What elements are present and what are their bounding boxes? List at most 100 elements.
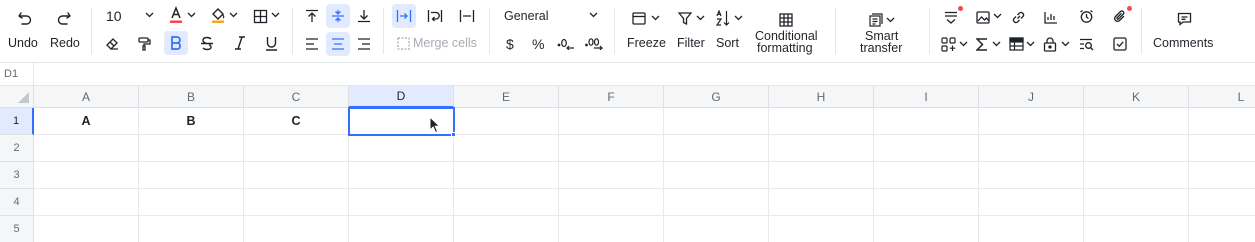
cell-j3[interactable] (979, 162, 1084, 189)
cell-d3[interactable] (349, 162, 454, 189)
chevron-down-icon[interactable] (651, 15, 660, 21)
cell-d5[interactable] (349, 216, 454, 242)
cell-j4[interactable] (979, 189, 1084, 216)
conditional-formatting-label-2[interactable]: formatting (757, 41, 813, 55)
cell-i5[interactable] (874, 216, 979, 242)
cell-c4[interactable] (244, 189, 349, 216)
cell-k3[interactable] (1084, 162, 1189, 189)
comments-icon[interactable] (1176, 11, 1192, 27)
chevron-down-icon[interactable] (959, 41, 968, 47)
decrease-decimal-icon[interactable] (557, 35, 575, 51)
insert-component-icon[interactable] (940, 36, 956, 52)
column-header-l[interactable]: L (1189, 86, 1255, 108)
insert-image-icon[interactable] (975, 9, 991, 25)
undo-button[interactable]: Undo (8, 36, 38, 50)
row-header-4[interactable]: 4 (0, 189, 34, 216)
cell-j1[interactable] (979, 108, 1084, 135)
currency-button[interactable]: $ (506, 36, 514, 52)
cell-g2[interactable] (664, 135, 769, 162)
align-right-icon[interactable] (356, 36, 372, 52)
column-header-i[interactable]: I (874, 86, 979, 108)
smart-transfer-label-2[interactable]: transfer (860, 41, 902, 55)
cell-b1[interactable]: B (139, 108, 244, 135)
redo-button[interactable]: Redo (50, 36, 80, 50)
find-replace-icon[interactable] (1078, 36, 1094, 52)
column-header-f[interactable]: F (559, 86, 664, 108)
cell-l2[interactable] (1189, 135, 1255, 162)
row-header-3[interactable]: 3 (0, 162, 34, 189)
column-header-g[interactable]: G (664, 86, 769, 108)
sort-button[interactable]: Sort (716, 36, 739, 50)
cell-k1[interactable] (1084, 108, 1189, 135)
cell-l1[interactable] (1189, 108, 1255, 135)
align-bottom-icon[interactable] (356, 8, 372, 24)
strikethrough-button[interactable] (199, 35, 215, 51)
align-middle-icon[interactable] (326, 4, 350, 28)
cell-g4[interactable] (664, 189, 769, 216)
chevron-down-icon[interactable] (187, 12, 196, 18)
column-header-c[interactable]: C (244, 86, 349, 108)
increase-decimal-icon[interactable] (585, 35, 603, 51)
row-header-1[interactable]: 1 (0, 108, 34, 135)
text-clip-icon[interactable] (459, 8, 475, 24)
cell-c3[interactable] (244, 162, 349, 189)
cell-d2[interactable] (349, 135, 454, 162)
cell-h4[interactable] (769, 189, 874, 216)
chevron-down-icon[interactable] (589, 12, 598, 18)
cell-a2[interactable] (34, 135, 139, 162)
clear-format-icon[interactable] (104, 35, 120, 51)
freeze-button[interactable]: Freeze (627, 36, 666, 50)
chevron-down-icon[interactable] (1061, 41, 1070, 47)
cell-b4[interactable] (139, 189, 244, 216)
italic-button[interactable] (232, 35, 248, 51)
protect-lock-icon[interactable] (1042, 36, 1058, 52)
cell-f4[interactable] (559, 189, 664, 216)
undo-icon[interactable] (16, 9, 34, 27)
cell-b3[interactable] (139, 162, 244, 189)
cell-k4[interactable] (1084, 189, 1189, 216)
filter-icon[interactable] (677, 10, 693, 26)
chevron-down-icon[interactable] (992, 41, 1001, 47)
chevron-down-icon[interactable] (886, 17, 895, 23)
cell-i2[interactable] (874, 135, 979, 162)
chevron-down-icon[interactable] (271, 12, 280, 18)
chart-icon[interactable] (1043, 9, 1059, 25)
font-size-select[interactable]: 10 (106, 8, 122, 24)
chevron-down-icon[interactable] (1026, 41, 1035, 47)
cell-f2[interactable] (559, 135, 664, 162)
comments-button[interactable]: Comments (1153, 36, 1213, 50)
cell-e2[interactable] (454, 135, 559, 162)
chevron-down-icon[interactable] (145, 12, 154, 18)
cell-l4[interactable] (1189, 189, 1255, 216)
attachment-icon[interactable] (1112, 8, 1128, 24)
bold-button[interactable] (164, 31, 188, 55)
text-color-icon[interactable] (168, 6, 184, 24)
chevron-down-icon[interactable] (993, 13, 1002, 19)
redo-icon[interactable] (55, 9, 73, 27)
cell-c1[interactable]: C (244, 108, 349, 135)
text-wrap-icon[interactable] (427, 8, 443, 24)
format-painter-icon[interactable] (136, 35, 152, 51)
column-header-j[interactable]: J (979, 86, 1084, 108)
cell-e1[interactable] (454, 108, 559, 135)
cell-f5[interactable] (559, 216, 664, 242)
cell-b5[interactable] (139, 216, 244, 242)
cell-h2[interactable] (769, 135, 874, 162)
align-left-icon[interactable] (304, 36, 320, 52)
column-header-d[interactable]: D (349, 86, 454, 108)
borders-icon[interactable] (252, 8, 268, 24)
cell-j2[interactable] (979, 135, 1084, 162)
data-table-icon[interactable] (1008, 36, 1024, 52)
column-header-a[interactable]: A (34, 86, 139, 108)
freeze-icon[interactable] (631, 10, 647, 26)
cell-i4[interactable] (874, 189, 979, 216)
cell-a5[interactable] (34, 216, 139, 242)
cell-a4[interactable] (34, 189, 139, 216)
cell-h3[interactable] (769, 162, 874, 189)
cell-g1[interactable] (664, 108, 769, 135)
link-icon[interactable] (1010, 9, 1026, 25)
name-box[interactable]: D1 (0, 63, 34, 85)
cell-l3[interactable] (1189, 162, 1255, 189)
insert-rows-icon[interactable] (943, 9, 959, 25)
chevron-down-icon[interactable] (734, 15, 743, 21)
